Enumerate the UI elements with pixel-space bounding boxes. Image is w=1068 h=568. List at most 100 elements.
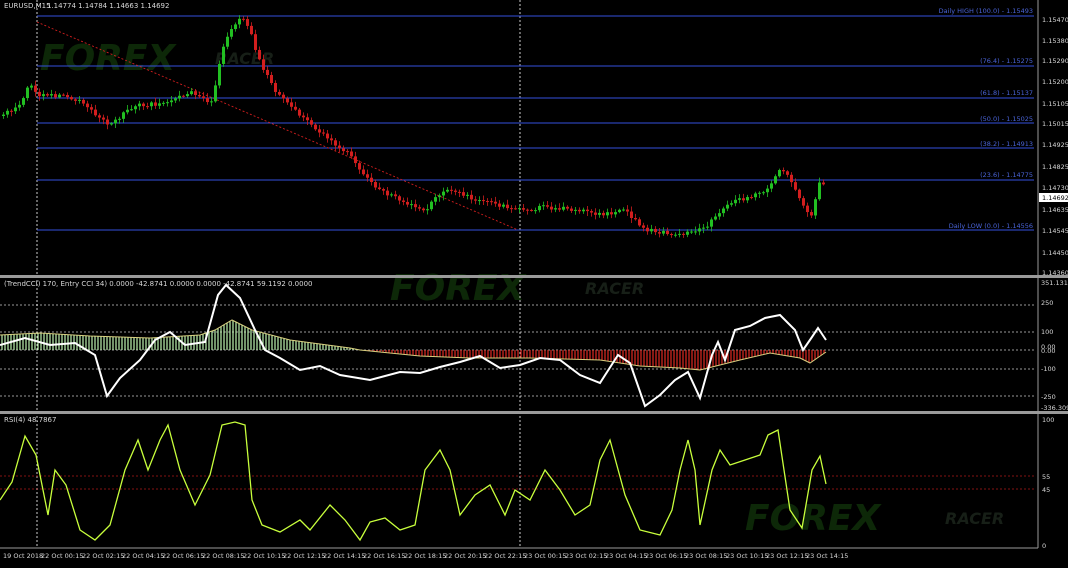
- time-label: 22 Oct 00:15: [41, 552, 83, 560]
- candle-body: [634, 217, 637, 220]
- candle-body: [254, 34, 257, 50]
- fib-label: (76.4) - 1.15275: [980, 57, 1033, 65]
- candle-body: [114, 119, 117, 124]
- candle-body: [566, 206, 569, 209]
- price-label: 1.15380: [1042, 37, 1068, 45]
- candle-body: [286, 98, 289, 103]
- candle-body: [178, 95, 181, 99]
- candle-body: [462, 192, 465, 196]
- candle-body: [762, 192, 765, 194]
- price-label: 1.14825: [1042, 163, 1068, 171]
- candle-body: [150, 102, 153, 107]
- candle-body: [754, 193, 757, 198]
- candle-body: [694, 231, 697, 233]
- candle-body: [490, 201, 493, 203]
- candle-body: [222, 46, 225, 64]
- candle-body: [654, 228, 657, 233]
- candle-body: [646, 227, 649, 232]
- candle-body: [658, 232, 661, 234]
- candle-body: [686, 231, 689, 235]
- candle-body: [30, 85, 33, 88]
- candle-body: [574, 209, 577, 211]
- candle-body: [506, 204, 509, 209]
- candle-body: [542, 205, 545, 207]
- candle-body: [322, 132, 325, 134]
- candle-body: [706, 226, 709, 228]
- trading-chart[interactable]: FOREX RACER FOREX RACER FOREX RACER EURU…: [0, 0, 1068, 564]
- time-label: 22 Oct 12:15: [283, 552, 325, 560]
- time-label: 22 Oct 20:15: [444, 552, 486, 560]
- rsi-axis-label: 45: [1042, 486, 1050, 494]
- fib-label: (61.8) - 1.15137: [980, 89, 1033, 97]
- candle-body: [258, 49, 261, 60]
- candle-body: [370, 177, 373, 183]
- candle-body: [530, 209, 533, 211]
- candle-body: [126, 109, 129, 113]
- candle-body: [378, 187, 381, 190]
- time-label: 22 Oct 06:15: [162, 552, 204, 560]
- time-label: 22 Oct 22:15: [484, 552, 526, 560]
- price-label: 1.14925: [1042, 141, 1068, 149]
- candle-body: [594, 212, 597, 215]
- cci-axis-label: -336.3098: [1041, 404, 1068, 412]
- candle-body: [742, 198, 745, 201]
- cci-axis-label: 100: [1041, 328, 1053, 336]
- candle-body: [394, 194, 397, 197]
- candle-body: [26, 87, 29, 99]
- candle-body: [154, 102, 157, 106]
- candle-body: [630, 211, 633, 218]
- candle-body: [346, 151, 349, 153]
- candle-body: [74, 99, 77, 101]
- candle-body: [302, 115, 305, 118]
- candle-body: [62, 94, 65, 96]
- candle-body: [426, 209, 429, 211]
- candle-body: [358, 163, 361, 170]
- candle-body: [666, 230, 669, 235]
- candle-body: [326, 133, 329, 139]
- candle-body: [290, 102, 293, 107]
- candle-body: [194, 91, 197, 96]
- candle-body: [814, 199, 817, 216]
- candle-body: [350, 151, 353, 157]
- candle-body: [526, 209, 529, 211]
- price-label: 1.15290: [1042, 57, 1068, 65]
- candle-body: [46, 94, 49, 96]
- cci-axis-label: -250: [1041, 393, 1056, 401]
- candle-body: [466, 194, 469, 196]
- candle-body: [90, 107, 93, 110]
- price-label: 1.14450: [1042, 249, 1068, 257]
- time-label: 22 Oct 10:15: [243, 552, 285, 560]
- symbol-label: EURUSD,M15: [4, 2, 51, 10]
- svg-text:FOREX: FOREX: [40, 38, 178, 79]
- candle-body: [750, 197, 753, 199]
- candle-body: [262, 59, 265, 70]
- cci-title: (TrendCCI) 170, Entry CCI 34) 0.0000 -42…: [4, 280, 313, 288]
- candle-body: [786, 171, 789, 175]
- candle-body: [342, 148, 345, 152]
- candle-body: [730, 203, 733, 205]
- candle-body: [678, 233, 681, 235]
- candle-body: [702, 227, 705, 229]
- candle-body: [162, 102, 165, 104]
- panel-divider[interactable]: [0, 411, 1068, 414]
- candle-body: [638, 219, 641, 226]
- candle-body: [38, 91, 41, 97]
- candle-body: [514, 208, 517, 210]
- price-label: 1.15200: [1042, 78, 1068, 86]
- candle-body: [202, 96, 205, 98]
- candle-body: [478, 200, 481, 202]
- time-axis[interactable]: 19 Oct 2018 22 Oct 00:15 22 Oct 02:15 22…: [3, 552, 848, 560]
- candle-body: [442, 191, 445, 196]
- candle-body: [330, 138, 333, 141]
- candle-body: [50, 94, 53, 96]
- candle-body: [650, 228, 653, 232]
- candle-body: [570, 208, 573, 211]
- cci-axis-label: 351.1311: [1041, 279, 1068, 287]
- candle-body: [314, 124, 317, 130]
- candle-body: [618, 209, 621, 213]
- candle-body: [662, 230, 665, 234]
- panel-divider[interactable]: [0, 275, 1068, 278]
- candle-body: [518, 208, 521, 210]
- candle-body: [810, 212, 813, 216]
- candle-body: [778, 170, 781, 177]
